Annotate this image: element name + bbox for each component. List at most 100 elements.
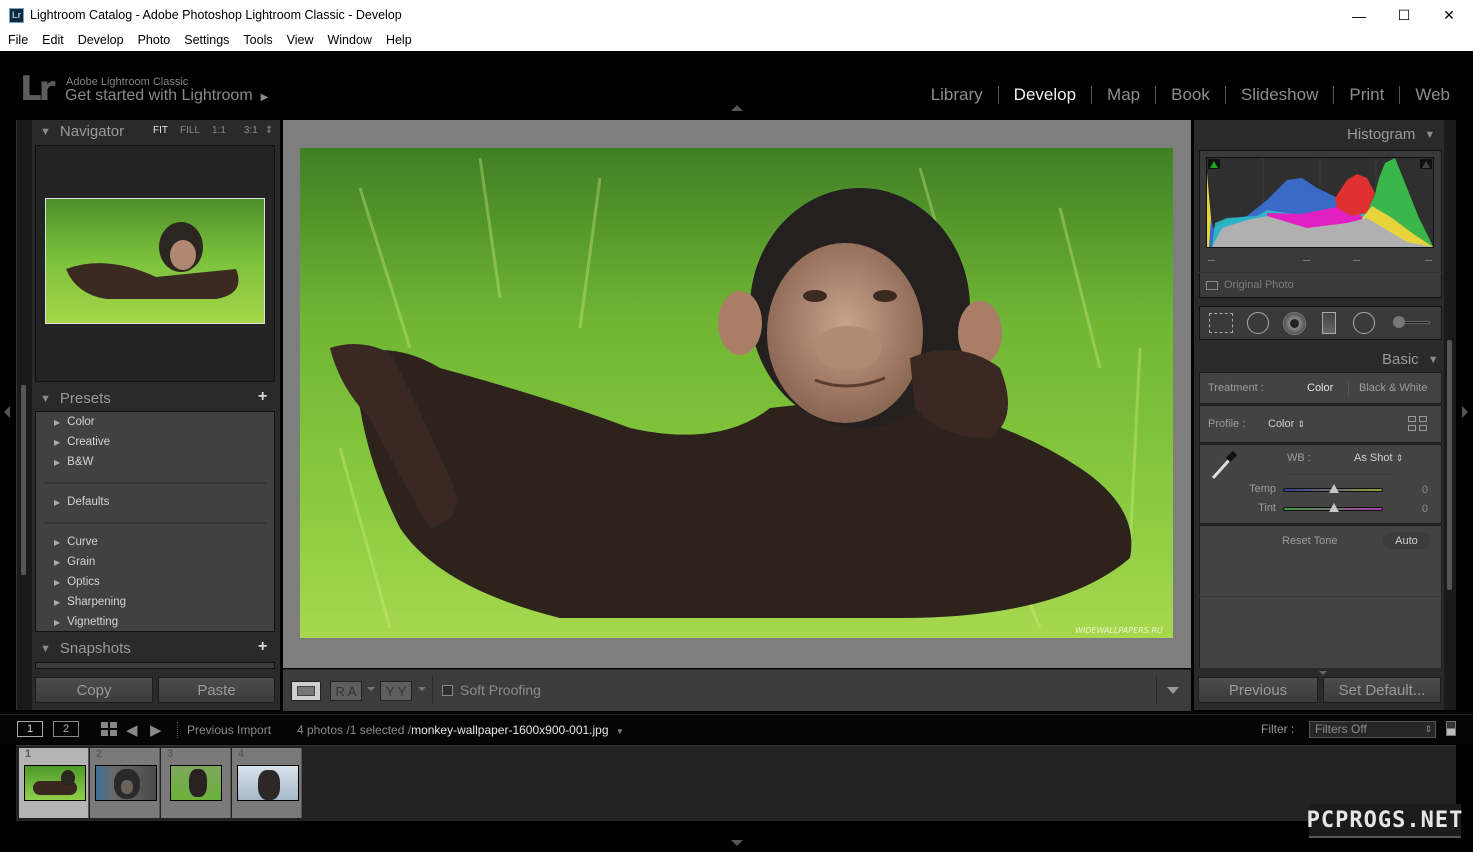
profile-browser-icon[interactable] bbox=[1408, 416, 1428, 432]
filmstrip-cell[interactable]: 2 bbox=[90, 748, 160, 818]
menu-develop[interactable]: Develop bbox=[78, 31, 124, 51]
left-panel-scrollbar[interactable] bbox=[16, 120, 32, 710]
swap-dropdown-icon[interactable] bbox=[418, 687, 426, 691]
scrollbar-thumb[interactable] bbox=[21, 385, 26, 575]
grid-view-icon[interactable] bbox=[101, 722, 117, 737]
soft-proofing-checkbox[interactable] bbox=[442, 685, 453, 696]
forward-arrow-icon[interactable]: ▶ bbox=[150, 721, 162, 739]
graduated-filter-icon[interactable] bbox=[1322, 312, 1336, 334]
module-library[interactable]: Library bbox=[916, 85, 998, 105]
collapse-top-panel-icon[interactable] bbox=[731, 105, 743, 111]
filmstrip-cell[interactable]: 3 bbox=[161, 748, 231, 818]
previous-button[interactable]: Previous bbox=[1198, 677, 1318, 703]
module-map[interactable]: Map bbox=[1092, 85, 1155, 105]
get-started-link[interactable]: Get started with Lightroom ▶ bbox=[65, 87, 268, 105]
zoom-stepper-icon[interactable]: ⇕ bbox=[265, 125, 273, 136]
add-preset-icon[interactable]: + bbox=[258, 388, 267, 406]
menu-file[interactable]: File bbox=[8, 31, 28, 51]
collapse-left-panel-icon[interactable] bbox=[4, 406, 10, 418]
wb-dropdown[interactable]: As Shot ⇕ bbox=[1354, 452, 1403, 464]
original-photo-checkbox[interactable] bbox=[1206, 281, 1218, 290]
zoom-fit[interactable]: FIT bbox=[153, 125, 168, 136]
snapshots-header[interactable]: ▼ Snapshots bbox=[40, 640, 131, 657]
reset-tone-button[interactable]: Reset Tone bbox=[1282, 535, 1337, 547]
copy-button[interactable]: Copy bbox=[35, 677, 153, 703]
slider-thumb[interactable] bbox=[1329, 503, 1339, 512]
preset-group-color[interactable]: ▶ Color bbox=[54, 416, 95, 428]
filmstrip-path[interactable]: 4 photos /1 selected /monkey-wallpaper-1… bbox=[297, 723, 624, 737]
menu-settings[interactable]: Settings bbox=[184, 31, 229, 51]
filename-dropdown-icon[interactable]: ▼ bbox=[616, 727, 624, 736]
auto-tone-button[interactable]: Auto bbox=[1383, 532, 1430, 549]
scrollbar-thumb[interactable] bbox=[1447, 340, 1452, 590]
before-after-swap-button[interactable]: Y Y bbox=[380, 681, 412, 701]
module-web[interactable]: Web bbox=[1400, 85, 1465, 105]
slider-value-tint[interactable]: 0 bbox=[1388, 503, 1428, 515]
before-after-lr-button[interactable]: R A bbox=[330, 681, 362, 701]
red-eye-tool-icon[interactable] bbox=[1283, 312, 1306, 335]
minimize-button[interactable]: — bbox=[1336, 0, 1382, 31]
slider-thumb[interactable] bbox=[1329, 484, 1339, 493]
module-slideshow[interactable]: Slideshow bbox=[1226, 85, 1334, 105]
module-develop[interactable]: Develop bbox=[999, 85, 1091, 105]
loupe-view-button[interactable] bbox=[291, 681, 321, 701]
basic-header[interactable]: Basic ▼ bbox=[1382, 351, 1448, 368]
menu-photo[interactable]: Photo bbox=[138, 31, 171, 51]
filter-dropdown[interactable]: Filters Off ⇕ bbox=[1309, 721, 1436, 738]
preset-group-vignetting[interactable]: ▶ Vignetting bbox=[54, 616, 118, 628]
maximize-button[interactable]: ☐ bbox=[1381, 0, 1427, 31]
collapse-filmstrip-icon[interactable] bbox=[731, 840, 743, 846]
zoom-3-1[interactable]: 3:1 bbox=[244, 125, 258, 136]
menu-help[interactable]: Help bbox=[386, 31, 412, 51]
preset-group-curve[interactable]: ▶ Curve bbox=[54, 536, 98, 548]
presets-header[interactable]: ▼ Presets bbox=[40, 390, 111, 407]
navigator-thumbnail[interactable] bbox=[45, 198, 265, 324]
preset-group-defaults[interactable]: ▶ Defaults bbox=[54, 496, 109, 508]
treatment-bw-option[interactable]: Black & White bbox=[1359, 382, 1427, 394]
close-button[interactable]: ✕ bbox=[1426, 0, 1472, 31]
toolbar-content-menu-icon[interactable] bbox=[1167, 687, 1179, 694]
histogram-tick bbox=[1303, 260, 1310, 261]
menu-tools[interactable]: Tools bbox=[243, 31, 272, 51]
menu-view[interactable]: View bbox=[287, 31, 314, 51]
slider-value-temp[interactable]: 0 bbox=[1388, 484, 1428, 496]
module-book[interactable]: Book bbox=[1156, 85, 1225, 105]
filmstrip-cell[interactable]: 1 bbox=[19, 748, 89, 818]
preset-group-sharpening[interactable]: ▶ Sharpening bbox=[54, 596, 126, 608]
menu-window[interactable]: Window bbox=[327, 31, 371, 51]
preset-group-grain[interactable]: ▶ Grain bbox=[54, 556, 95, 568]
collapse-right-panel-icon[interactable] bbox=[1462, 406, 1468, 418]
treatment-color-option[interactable]: Color bbox=[1307, 382, 1333, 394]
slider-track-tint[interactable] bbox=[1283, 503, 1383, 512]
preset-group-creative[interactable]: ▶ Creative bbox=[54, 436, 110, 448]
spot-removal-tool-icon[interactable] bbox=[1247, 312, 1269, 334]
profile-dropdown[interactable]: Color ⇕ bbox=[1268, 418, 1305, 430]
slider-track-temp[interactable] bbox=[1283, 484, 1383, 493]
preset-group-bw[interactable]: ▶ B&W bbox=[54, 456, 93, 468]
main-window-button[interactable]: 1 bbox=[17, 721, 43, 737]
zoom-fill[interactable]: FILL bbox=[180, 125, 200, 136]
paste-button[interactable]: Paste bbox=[158, 677, 275, 703]
secondary-window-button[interactable]: 2 bbox=[53, 721, 79, 737]
histogram-header[interactable]: Histogram ▼ bbox=[1347, 126, 1444, 143]
main-photo[interactable]: WIDEWALLPAPERS.RU bbox=[300, 148, 1173, 638]
module-print[interactable]: Print bbox=[1334, 85, 1399, 105]
right-panel-scrollbar[interactable] bbox=[1444, 120, 1456, 710]
crop-tool-icon[interactable] bbox=[1209, 313, 1233, 333]
menu-edit[interactable]: Edit bbox=[42, 31, 64, 51]
before-after-dropdown-icon[interactable] bbox=[367, 687, 375, 691]
filter-lock-toggle[interactable] bbox=[1446, 721, 1456, 736]
add-snapshot-icon[interactable]: + bbox=[258, 638, 267, 656]
back-arrow-icon[interactable]: ◀ bbox=[126, 721, 138, 739]
wb-eyedropper-icon[interactable] bbox=[1209, 450, 1243, 480]
histogram-tick bbox=[1425, 260, 1432, 261]
source-label[interactable]: Previous Import bbox=[187, 723, 271, 737]
navigator-header[interactable]: ▼ Navigator bbox=[40, 123, 124, 140]
zoom-1-1[interactable]: 1:1 bbox=[212, 125, 226, 136]
preset-group-optics[interactable]: ▶ Optics bbox=[54, 576, 100, 588]
slider-label-tint: Tint bbox=[1258, 502, 1276, 514]
histogram-graph[interactable] bbox=[1206, 157, 1434, 248]
set-default-button[interactable]: Set Default... bbox=[1323, 677, 1441, 703]
filmstrip-cell[interactable]: 4 bbox=[232, 748, 302, 818]
radial-filter-icon[interactable] bbox=[1353, 312, 1375, 334]
